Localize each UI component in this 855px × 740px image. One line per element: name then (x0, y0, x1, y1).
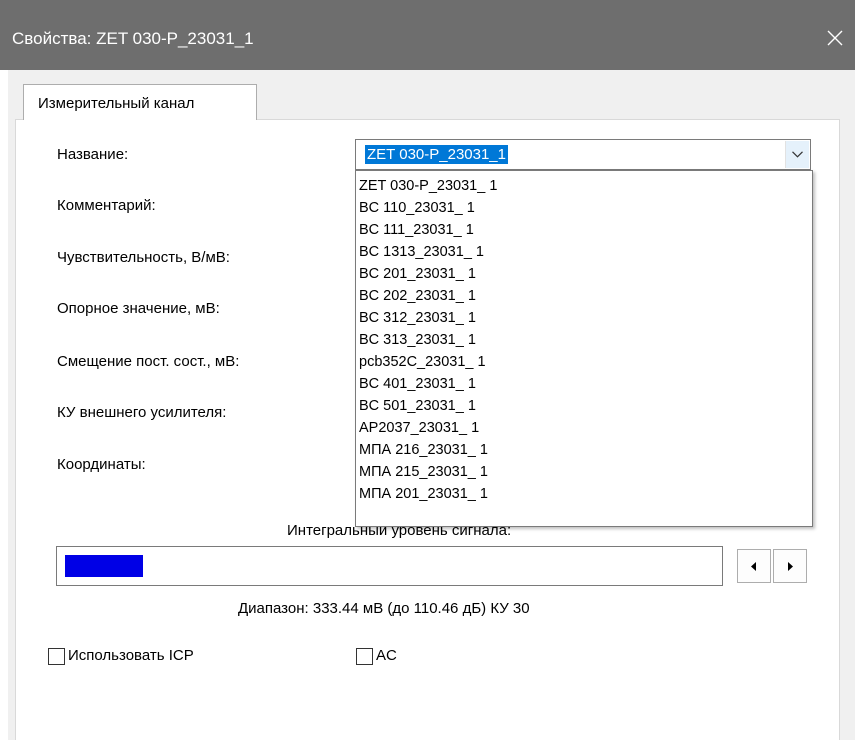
dropdown-option[interactable]: BC 110_23031_ 1 (359, 197, 475, 219)
close-icon (827, 30, 843, 46)
ac-checkbox[interactable] (356, 648, 373, 665)
signal-level-fill (65, 555, 143, 577)
scroll-right-button[interactable] (773, 549, 807, 583)
triangle-right-icon (788, 562, 793, 571)
tab-measuring-channel[interactable]: Измерительный канал (23, 84, 257, 120)
dropdown-option[interactable]: BC 201_23031_ 1 (359, 263, 476, 285)
use-icp-label[interactable]: Использовать ICP (68, 647, 194, 664)
amplifier-gain-label: КУ внешнего усилителя: (57, 404, 227, 421)
dropdown-option[interactable]: pcb352C_23031_ 1 (359, 351, 486, 373)
title-bar: Свойства: ZET 030-P_23031_1 (0, 0, 855, 70)
dc-offset-label: Смещение пост. сост., мВ: (57, 353, 240, 370)
dropdown-option[interactable]: МПА 216_23031_ 1 (359, 439, 488, 461)
tab-label: Измерительный канал (38, 95, 195, 112)
range-text: Диапазон: 333.44 мВ (до 110.46 дБ) КУ 30 (238, 600, 530, 617)
use-icp-checkbox[interactable] (48, 648, 65, 665)
sensitivity-label: Чувствительность, В/мВ: (57, 249, 230, 266)
name-label: Название: (57, 146, 129, 163)
scroll-left-button[interactable] (737, 549, 771, 583)
combobox-dropdown-button[interactable] (785, 141, 809, 168)
triangle-left-icon (751, 562, 756, 571)
comment-label: Комментарий: (57, 197, 156, 214)
dropdown-option[interactable]: BC 313_23031_ 1 (359, 329, 476, 351)
dropdown-option[interactable]: BC 202_23031_ 1 (359, 285, 476, 307)
close-button[interactable] (815, 18, 855, 58)
dropdown-option[interactable]: BC 111_23031_ 1 (359, 219, 474, 241)
ac-label[interactable]: AC (376, 647, 397, 664)
dropdown-option[interactable]: BC 401_23031_ 1 (359, 373, 476, 395)
dropdown-option[interactable]: МПА 201_23031_ 1 (359, 483, 488, 505)
dropdown-option[interactable]: ZET 030-P_23031_ 1 (359, 175, 497, 197)
dropdown-option[interactable]: BC 312_23031_ 1 (359, 307, 476, 329)
dropdown-option[interactable]: BC 501_23031_ 1 (359, 395, 476, 417)
coordinates-label: Координаты: (57, 456, 146, 473)
chevron-down-icon (792, 151, 803, 158)
dropdown-option[interactable]: BC 1313_23031_ 1 (359, 241, 484, 263)
dropdown-option[interactable]: AP2037_23031_ 1 (359, 417, 479, 439)
reference-value-label: Опорное значение, мВ: (57, 300, 220, 317)
dropdown-option[interactable]: МПА 215_23031_ 1 (359, 461, 488, 483)
signal-level-bar (56, 546, 723, 586)
name-dropdown-list[interactable]: ZET 030-P_23031_ 1 BC 110_23031_ 1 BC 11… (355, 170, 813, 527)
name-combobox-value[interactable]: ZET 030-P_23031_1 (365, 145, 508, 164)
window-title: Свойства: ZET 030-P_23031_1 (12, 29, 254, 48)
name-combobox[interactable]: ZET 030-P_23031_1 (355, 139, 811, 170)
